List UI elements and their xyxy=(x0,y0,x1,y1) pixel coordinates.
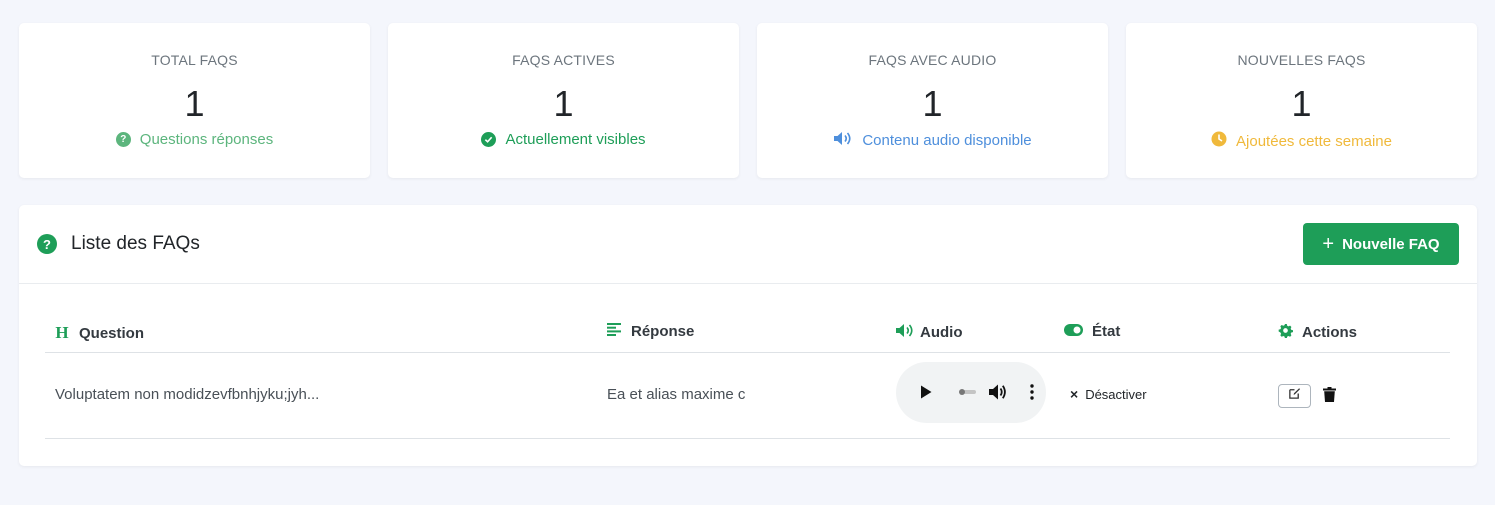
header-etat: État xyxy=(1063,323,1120,340)
audio-player xyxy=(896,362,1046,423)
trash-icon xyxy=(1323,387,1336,406)
stat-subtitle-row: Ajoutées cette semaine xyxy=(1126,131,1477,151)
stat-title: TOTAL FAQS xyxy=(151,52,238,68)
question-circle-icon: ? xyxy=(115,132,131,147)
stat-subtitle: Actuellement visibles xyxy=(505,131,646,148)
header-audio: Audio xyxy=(895,323,963,342)
stat-title: NOUVELLES FAQS xyxy=(1237,52,1366,68)
toggle-icon xyxy=(1063,323,1083,340)
stat-title: FAQS ACTIVES xyxy=(512,52,615,68)
stat-subtitle: Contenu audio disponible xyxy=(862,132,1032,149)
header-label: État xyxy=(1092,323,1121,340)
header-label: Question xyxy=(79,324,145,342)
cell-reponse: Ea et alias maxime c xyxy=(607,386,746,403)
audio-progress-slider[interactable] xyxy=(959,389,976,395)
stat-card-active: FAQS ACTIVES 1 Actuellement visibles xyxy=(388,23,739,178)
panel-header: ? Liste des FAQs + Nouvelle FAQ xyxy=(19,205,1477,284)
header-label: Réponse xyxy=(631,323,695,340)
header-question: H Question xyxy=(54,323,144,343)
stat-subtitle: Questions réponses xyxy=(139,131,274,148)
faq-table: H Question Réponse Audio État Actions Vo… xyxy=(45,309,1450,439)
cell-question: Voluptatem non modidzevfbnhjyku;jyh... xyxy=(55,386,320,403)
plus-icon: + xyxy=(1322,233,1335,255)
deactivate-button[interactable]: × Désactiver xyxy=(1070,386,1147,402)
volume-icon xyxy=(895,323,913,342)
delete-button[interactable] xyxy=(1323,387,1338,405)
faq-list-panel: ? Liste des FAQs + Nouvelle FAQ H Questi… xyxy=(19,205,1477,466)
progress-thumb xyxy=(959,389,965,395)
header-label: Actions xyxy=(1302,324,1358,341)
mute-volume-icon[interactable] xyxy=(988,383,1008,406)
stat-card-total: TOTAL FAQS 1 ? Questions réponses xyxy=(19,23,370,178)
panel-title-text: Liste des FAQs xyxy=(71,233,200,254)
stat-subtitle-row: Contenu audio disponible xyxy=(757,131,1108,150)
stat-title: FAQS AVEC AUDIO xyxy=(868,52,997,68)
stat-value: 1 xyxy=(1291,83,1312,124)
header-reponse: Réponse xyxy=(606,323,694,340)
stats-row: TOTAL FAQS 1 ? Questions réponses FAQS A… xyxy=(19,23,1477,178)
header-label: Audio xyxy=(920,324,963,341)
stat-value: 1 xyxy=(922,83,943,124)
new-faq-button[interactable]: + Nouvelle FAQ xyxy=(1303,223,1459,265)
edit-button[interactable] xyxy=(1278,384,1311,408)
header-actions: Actions xyxy=(1277,323,1357,342)
close-icon: × xyxy=(1070,386,1079,402)
stat-value: 1 xyxy=(553,83,574,124)
edit-icon xyxy=(1288,387,1301,405)
volume-icon xyxy=(833,131,853,150)
deactivate-label: Désactiver xyxy=(1085,386,1147,402)
stat-subtitle-row: Actuellement visibles xyxy=(388,131,739,148)
table-row: Voluptatem non modidzevfbnhjyku;jyh... E… xyxy=(45,353,1450,439)
stat-subtitle: Ajoutées cette semaine xyxy=(1236,132,1392,150)
align-left-icon xyxy=(606,323,622,340)
more-options-icon[interactable] xyxy=(1030,384,1034,405)
stat-card-new: NOUVELLES FAQS 1 Ajoutées cette semaine xyxy=(1126,23,1477,178)
play-icon[interactable] xyxy=(920,385,932,404)
check-circle-icon xyxy=(481,132,497,147)
gear-icon xyxy=(1277,323,1293,342)
stat-card-audio: FAQS AVEC AUDIO 1 Contenu audio disponib… xyxy=(757,23,1108,178)
question-circle-icon: ? xyxy=(37,234,57,254)
new-faq-label: Nouvelle FAQ xyxy=(1342,235,1440,253)
stat-subtitle-row: ? Questions réponses xyxy=(19,131,370,148)
clock-icon xyxy=(1211,131,1227,151)
heading-icon: H xyxy=(55,323,69,342)
panel-title: ? Liste des FAQs xyxy=(37,233,200,255)
table-header-row: H Question Réponse Audio État Actions xyxy=(45,309,1450,353)
stat-value: 1 xyxy=(184,83,205,124)
